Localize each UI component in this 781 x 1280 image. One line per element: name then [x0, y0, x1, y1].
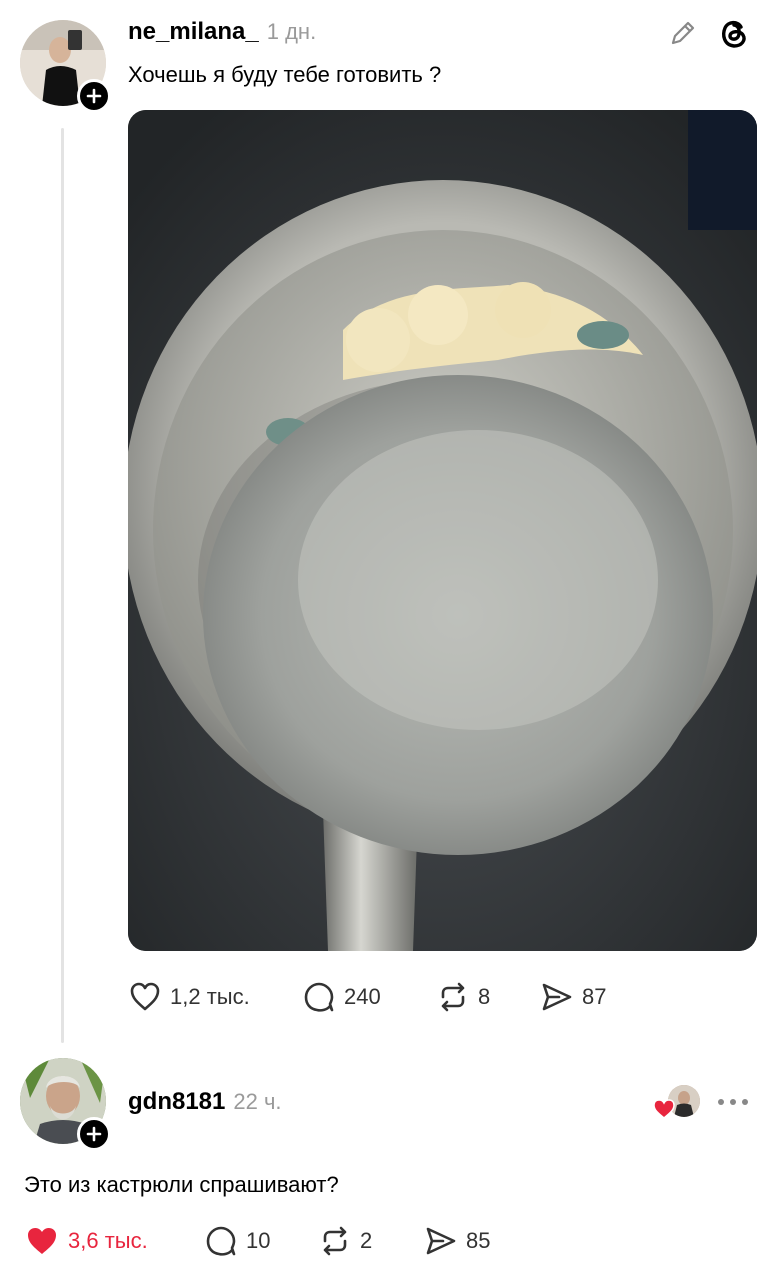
reply-header: gdn8181 22 ч.: [128, 1088, 282, 1116]
liked-by-author-indicator: [652, 1085, 702, 1121]
repost-count: 2: [360, 1228, 373, 1253]
post-username[interactable]: ne_milana_: [128, 18, 259, 46]
reply-username[interactable]: gdn8181: [128, 1088, 225, 1116]
share-count: 85: [466, 1228, 491, 1253]
repost-icon: [323, 1226, 347, 1256]
post-header: ne_milana_ 1 дн.: [128, 18, 316, 46]
post-photo: [128, 110, 757, 951]
threads-logo[interactable]: [716, 15, 752, 51]
more-options-button[interactable]: [715, 1092, 751, 1112]
post-text: Хочешь я буду тебе готовить ?: [128, 62, 442, 87]
comment-icon: [304, 982, 334, 1012]
heart-icon: [130, 982, 160, 1011]
reply-text: Это из кастрюли спрашивают?: [24, 1172, 339, 1197]
more-icon: [718, 1099, 748, 1105]
post-time: 1 дн.: [266, 19, 317, 44]
thread-connector-line: [61, 128, 64, 1043]
like-count: 1,2 тыс.: [170, 984, 250, 1009]
comment-count: 10: [246, 1228, 271, 1253]
share-icon: [542, 983, 572, 1011]
like-count: 3,6 тыс.: [68, 1228, 148, 1253]
repost-button[interactable]: 8: [436, 980, 490, 1014]
heart-icon: [28, 1228, 56, 1254]
comment-icon: [206, 1226, 236, 1256]
heart-icon: [653, 1099, 675, 1119]
plus-icon: [86, 88, 102, 104]
post-image[interactable]: [128, 110, 757, 951]
plus-icon: [86, 1126, 102, 1142]
comment-button[interactable]: 240: [302, 980, 381, 1014]
like-button[interactable]: 3,6 тыс.: [24, 1224, 148, 1258]
follow-plus-button[interactable]: [77, 79, 111, 113]
share-icon: [426, 1227, 456, 1255]
edit-icon: [671, 21, 695, 45]
share-button[interactable]: 87: [540, 980, 606, 1014]
reply-time: 22 ч.: [233, 1089, 282, 1114]
follow-plus-button[interactable]: [77, 1117, 111, 1151]
like-button[interactable]: 1,2 тыс.: [128, 980, 250, 1014]
edit-button[interactable]: [666, 16, 700, 50]
threads-logo-icon: [722, 20, 746, 48]
comment-button[interactable]: 10: [204, 1224, 270, 1258]
repost-count: 8: [478, 984, 491, 1009]
repost-icon: [441, 982, 465, 1012]
comment-count: 240: [344, 984, 381, 1009]
repost-button[interactable]: 2: [318, 1224, 372, 1258]
share-count: 87: [582, 984, 607, 1009]
share-button[interactable]: 85: [424, 1224, 490, 1258]
